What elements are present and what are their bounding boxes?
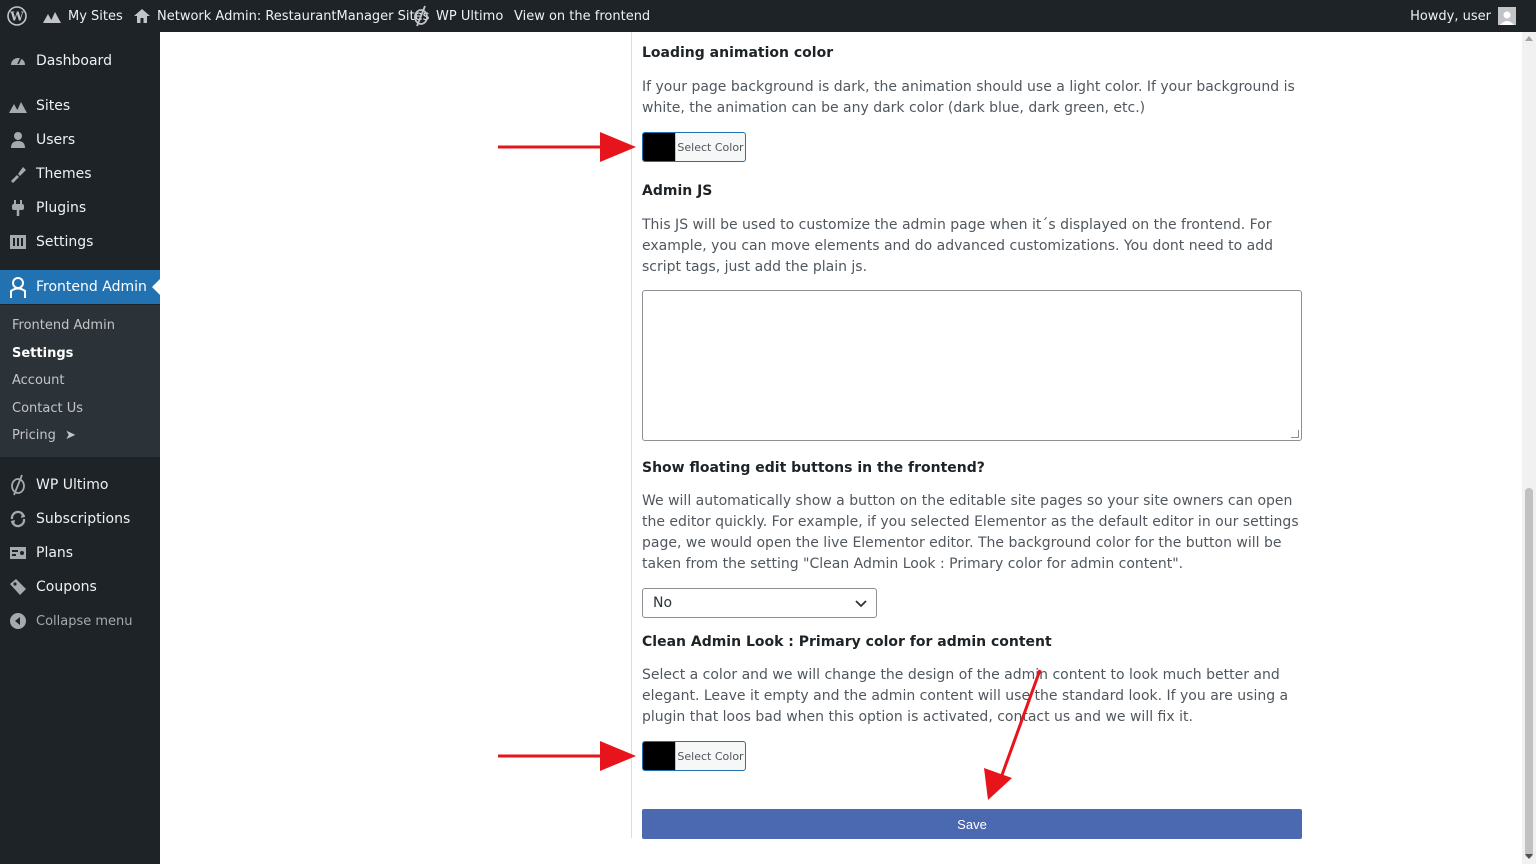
floating-edit-buttons-description: We will automatically show a button on t…: [642, 493, 1299, 572]
avatar: [1498, 7, 1516, 25]
sidebar-item-settings[interactable]: Settings: [0, 225, 160, 259]
svg-text:W: W: [9, 10, 24, 24]
sidebar-item-label: Settings: [36, 234, 94, 250]
sidebar-item-themes[interactable]: Themes: [0, 157, 160, 191]
view-frontend-link[interactable]: View on the frontend: [514, 0, 650, 32]
select-value: No: [653, 595, 673, 611]
color-swatch: [643, 133, 675, 161]
subscriptions-icon: [8, 509, 28, 529]
settings-content: [160, 32, 1522, 864]
themes-icon: [8, 164, 28, 184]
coupons-icon: [8, 577, 28, 597]
collapse-label: Collapse menu: [36, 613, 133, 629]
submenu-item-settings[interactable]: Settings: [12, 346, 73, 361]
collapse-icon: [8, 611, 28, 631]
submenu-item-pricing[interactable]: Pricing ➤: [12, 428, 76, 443]
sidebar-item-label: WP Ultimo: [36, 477, 109, 493]
sidebar-item-sites[interactable]: Sites: [0, 89, 160, 123]
admin-bar: W My Sites Network Admin: RestaurantMana…: [0, 0, 1536, 32]
scrollbar-thumb[interactable]: [1525, 488, 1533, 858]
color-swatch: [643, 742, 675, 770]
users-icon: [8, 130, 28, 150]
save-button[interactable]: Save: [642, 809, 1302, 839]
scroll-down-icon[interactable]: [1525, 854, 1533, 859]
sidebar-item-frontend-admin[interactable]: Frontend Admin: [0, 270, 160, 304]
sites-icon: [8, 96, 28, 116]
sidebar-item-label: Subscriptions: [36, 511, 131, 527]
admin-sidebar: Dashboard Sites Users Themes Plugins Set…: [0, 32, 160, 864]
sidebar-item-coupons[interactable]: Coupons: [0, 570, 160, 604]
sidebar-item-label: Coupons: [36, 579, 97, 595]
sidebar-item-label: Frontend Admin: [36, 279, 147, 295]
frontend-admin-icon: [8, 277, 28, 298]
select-color-label: Select Color: [675, 133, 745, 161]
wp-ultimo-link[interactable]: WP Ultimo: [412, 0, 503, 32]
loading-animation-color-picker[interactable]: Select Color: [642, 132, 746, 162]
frontend-admin-submenu: Frontend Admin Settings Account Contact …: [0, 305, 160, 457]
admin-js-title: Admin JS: [642, 183, 713, 199]
wp-ultimo-logo-icon: [412, 5, 430, 27]
pricing-arrow-icon: ➤: [64, 428, 76, 443]
current-menu-arrow: [152, 279, 160, 295]
floating-edit-buttons-select[interactable]: No: [642, 588, 877, 618]
resize-handle-icon[interactable]: [1291, 430, 1299, 438]
sidebar-item-wp-ultimo[interactable]: WP Ultimo: [0, 468, 160, 502]
sidebar-item-plugins[interactable]: Plugins: [0, 191, 160, 225]
sidebar-item-label: Plugins: [36, 200, 87, 216]
submenu-item-frontend-admin[interactable]: Frontend Admin: [12, 318, 115, 333]
scroll-up-icon[interactable]: [1525, 36, 1533, 41]
my-sites-link[interactable]: My Sites: [42, 0, 123, 32]
home-icon: [133, 8, 151, 24]
pricing-label: Pricing: [12, 428, 56, 443]
wordpress-logo-icon[interactable]: W: [7, 0, 27, 32]
loading-animation-color-description: If your page background is dark, the ani…: [642, 79, 1295, 116]
sidebar-item-users[interactable]: Users: [0, 123, 160, 157]
dashboard-icon: [8, 51, 28, 71]
submenu-item-contact-us[interactable]: Contact Us: [12, 401, 83, 416]
settings-divider: [631, 32, 632, 838]
settings-icon: [8, 232, 28, 252]
page-scrollbar[interactable]: [1522, 32, 1536, 864]
plugins-icon: [8, 198, 28, 218]
sidebar-item-label: Dashboard: [36, 53, 112, 69]
sidebar-item-label: Plans: [36, 545, 74, 561]
sidebar-item-plans[interactable]: Plans: [0, 536, 160, 570]
submenu-item-account[interactable]: Account: [12, 373, 65, 388]
admin-js-textarea[interactable]: [642, 290, 1302, 441]
my-sites-label: My Sites: [68, 8, 123, 24]
clean-admin-color-picker[interactable]: Select Color: [642, 741, 746, 771]
collapse-menu-button[interactable]: Collapse menu: [0, 604, 160, 638]
howdy-label: Howdy, user: [1410, 8, 1491, 24]
loading-animation-color-title: Loading animation color: [642, 45, 834, 61]
network-admin-link[interactable]: Network Admin: RestaurantManager Sites: [133, 0, 429, 32]
sidebar-item-subscriptions[interactable]: Subscriptions: [0, 502, 160, 536]
sidebar-item-label: Users: [36, 132, 76, 148]
account-menu[interactable]: Howdy, user: [1410, 0, 1516, 32]
clean-admin-look-title: Clean Admin Look : Primary color for adm…: [642, 634, 1052, 650]
chevron-down-icon: [854, 596, 868, 614]
admin-js-description: This JS will be used to customize the ad…: [642, 217, 1274, 275]
wp-ultimo-label: WP Ultimo: [436, 8, 504, 24]
sidebar-item-dashboard[interactable]: Dashboard: [0, 44, 160, 78]
clean-admin-look-description: Select a color and we will change the de…: [642, 667, 1289, 725]
view-frontend-label: View on the frontend: [514, 8, 651, 24]
network-admin-label: Network Admin: RestaurantManager Sites: [157, 8, 430, 24]
plans-icon: [8, 543, 28, 563]
sidebar-item-label: Themes: [36, 166, 92, 182]
wp-ultimo-icon: [8, 474, 28, 496]
sidebar-item-label: Sites: [36, 98, 71, 114]
select-color-label: Select Color: [675, 742, 745, 770]
floating-edit-buttons-title: Show floating edit buttons in the fronte…: [642, 460, 985, 476]
my-sites-icon: [42, 8, 62, 24]
